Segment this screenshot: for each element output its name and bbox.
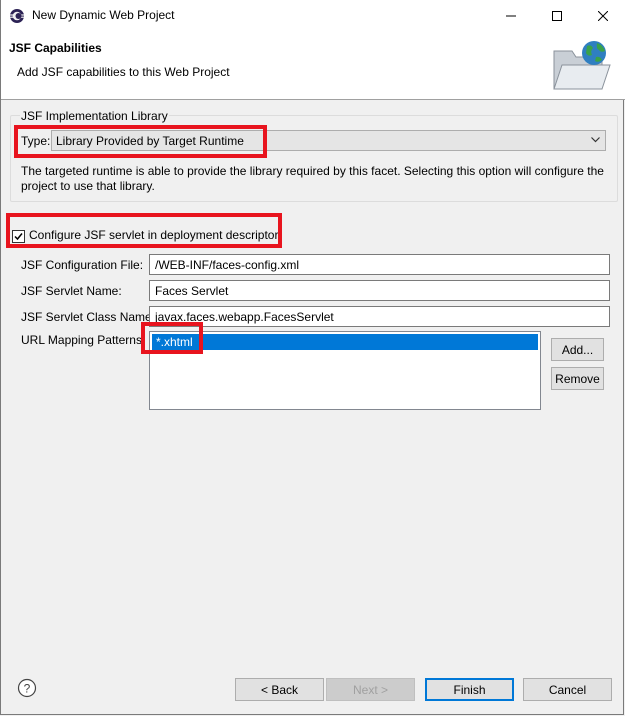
maximize-button[interactable] [534,0,580,31]
back-button[interactable]: < Back [235,678,324,701]
page-description: Add JSF capabilities to this Web Project [17,65,230,79]
chevron-down-icon [591,137,600,143]
help-icon[interactable]: ? [17,678,37,698]
url-patterns-list[interactable]: *.xhtml [149,331,541,410]
config-file-value: /WEB-INF/faces-config.xml [155,258,300,272]
type-select-value: Library Provided by Target Runtime [56,134,244,148]
add-button[interactable]: Add... [551,338,604,361]
servlet-class-label: JSF Servlet Class Name: [21,310,156,324]
configure-servlet-checkbox[interactable] [12,230,25,243]
implementation-description: The targeted runtime is able to provide … [21,164,604,193]
configure-servlet-label: Configure JSF servlet in deployment desc… [29,228,279,242]
list-item[interactable]: *.xhtml [152,334,538,350]
servlet-class-value: javax.faces.webapp.FacesServlet [155,310,334,324]
finish-button[interactable]: Finish [425,678,514,701]
page-title: JSF Capabilities [9,41,102,55]
implementation-group-label: JSF Implementation Library [20,109,169,123]
window-title: New Dynamic Web Project [32,8,175,22]
config-file-label: JSF Configuration File: [21,258,144,272]
remove-button[interactable]: Remove [551,367,604,390]
next-button[interactable]: Next > [326,678,415,701]
minimize-button[interactable] [488,0,534,31]
close-button[interactable] [580,0,625,31]
servlet-name-label: JSF Servlet Name: [21,284,122,298]
title-bar: New Dynamic Web Project [1,0,625,31]
close-icon [598,10,608,21]
type-label: Type: [21,134,51,148]
url-patterns-label: URL Mapping Patterns: [21,333,146,347]
servlet-class-field[interactable]: javax.faces.webapp.FacesServlet [149,306,610,327]
servlet-name-field[interactable]: Faces Servlet [149,280,610,301]
svg-text:?: ? [24,682,31,696]
url-pattern-value: *.xhtml [156,335,193,349]
servlet-name-value: Faces Servlet [155,284,229,298]
config-file-field[interactable]: /WEB-INF/faces-config.xml [149,254,610,275]
dialog-window: New Dynamic Web Project JSF Capabilities… [0,0,625,715]
cancel-button[interactable]: Cancel [523,678,612,701]
checkmark-icon [14,233,23,241]
folder-globe-icon [553,41,611,90]
minimize-icon [506,15,516,16]
wizard-banner: JSF Capabilities Add JSF capabilities to… [1,31,625,100]
type-select[interactable]: Library Provided by Target Runtime [51,130,606,151]
eclipse-icon [10,9,24,23]
maximize-icon [552,10,562,21]
